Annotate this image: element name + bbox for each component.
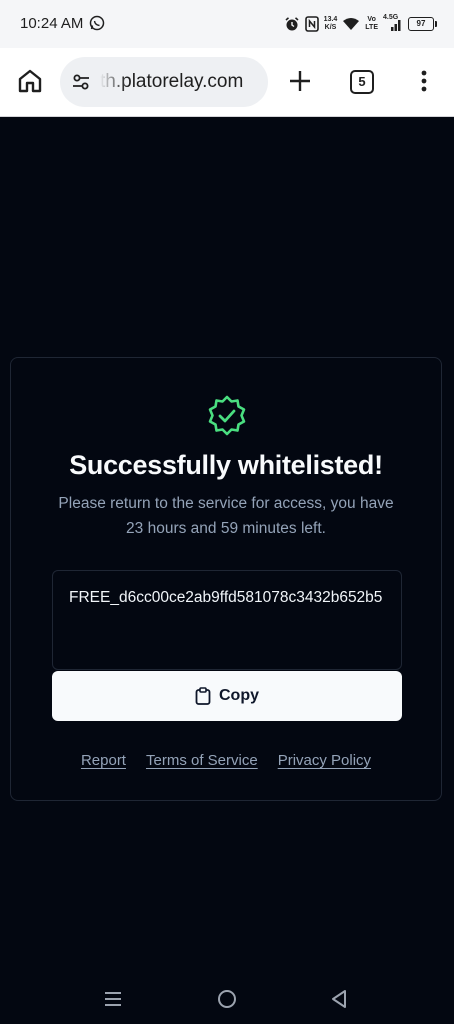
status-icons: 13.4 K/S Vo LTE 4.5G 97 xyxy=(284,12,437,36)
report-link[interactable]: Report xyxy=(81,752,126,769)
copy-button-label: Copy xyxy=(219,687,259,704)
net-speed: 13.4 K/S xyxy=(324,16,338,32)
success-title: Successfully whitelisted! xyxy=(69,450,383,480)
battery-icon: 97 xyxy=(408,17,437,31)
success-description: Please return to the service for access,… xyxy=(58,495,394,537)
net-speed-unit: K/S xyxy=(324,24,337,31)
signal-indicator: 4.5G xyxy=(383,14,403,32)
tune-icon[interactable] xyxy=(71,72,91,92)
key-textarea[interactable]: FREE_d6cc00ce2ab9ffd581078c3432b652b5 xyxy=(52,570,402,670)
volte-indicator: Vo LTE xyxy=(365,16,378,32)
footer-links: Report Terms of Service Privacy Policy xyxy=(11,752,441,769)
alarm-icon xyxy=(285,17,299,31)
terms-link[interactable]: Terms of Service xyxy=(146,752,258,769)
copy-button[interactable]: Copy xyxy=(52,671,402,721)
volte-top: Vo xyxy=(367,16,376,23)
clipboard-icon xyxy=(195,687,211,705)
network-type: 4.5G xyxy=(383,14,399,21)
system-nav-bar xyxy=(0,976,454,1024)
status-time: 10:24 AM xyxy=(20,15,84,32)
home-icon[interactable] xyxy=(17,68,43,94)
nfc-icon xyxy=(304,16,319,32)
wifi-icon xyxy=(343,18,360,30)
privacy-link[interactable]: Privacy Policy xyxy=(278,752,371,769)
tabs-icon[interactable]: 5 xyxy=(350,70,374,94)
status-bar: 10:24 AM 13.4 K/S Vo LTE 4.5G 97 xyxy=(0,0,454,48)
url-bar[interactable]: th.platorelay.com xyxy=(60,57,268,107)
volte-bottom: LTE xyxy=(365,24,378,31)
net-speed-value: 13.4 xyxy=(323,16,338,23)
browser-toolbar: th.platorelay.com 5 xyxy=(0,48,454,117)
menu-dots-icon[interactable] xyxy=(413,68,435,94)
recents-icon[interactable] xyxy=(103,990,123,1008)
whitelist-card: Successfully whitelisted! Please return … xyxy=(10,357,442,801)
whatsapp-icon xyxy=(89,15,105,31)
plus-icon[interactable] xyxy=(287,68,313,94)
verified-badge-icon xyxy=(208,395,246,436)
back-icon[interactable] xyxy=(329,988,349,1010)
home-circle-icon[interactable] xyxy=(216,988,238,1010)
